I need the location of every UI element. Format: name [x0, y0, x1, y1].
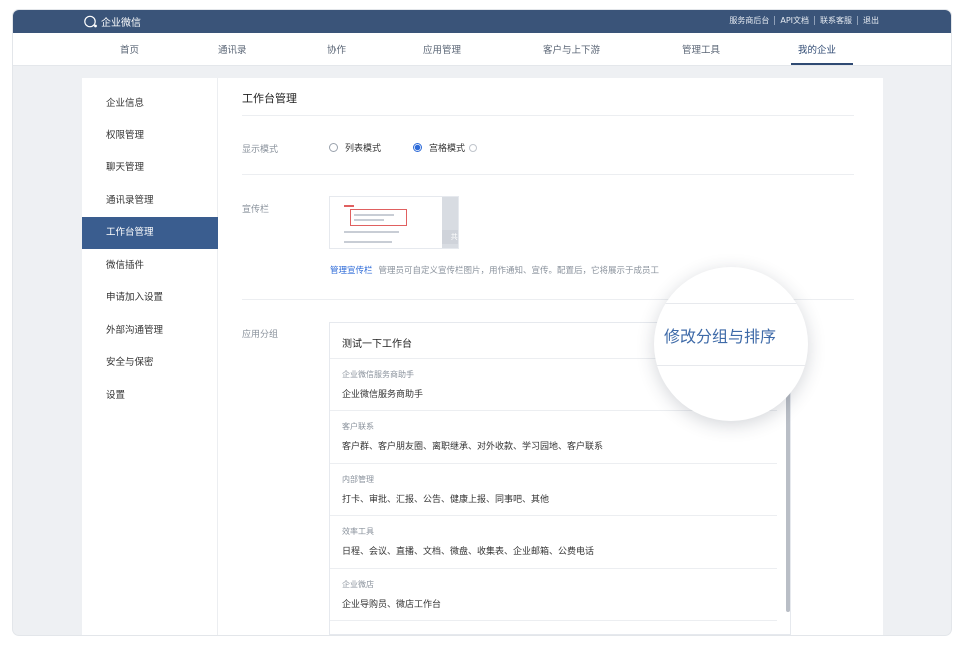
top-link-divider — [814, 16, 815, 25]
top-link-divider — [857, 16, 858, 25]
top-link-logout[interactable]: 退出 — [863, 15, 879, 26]
nav-app-management[interactable]: 应用管理 — [423, 42, 461, 56]
radio-checked-icon — [413, 143, 422, 152]
nav-home[interactable]: 首页 — [120, 42, 139, 56]
radio-unchecked-icon — [329, 143, 338, 152]
workbench-name: 测试一下工作台 — [342, 339, 412, 350]
sidebar-item-company-info[interactable]: 企业信息 — [82, 88, 218, 120]
nav-my-company[interactable]: 我的企业 — [798, 42, 836, 56]
nav-admin-tools[interactable]: 管理工具 — [682, 42, 720, 56]
divider — [242, 115, 854, 116]
divider — [330, 515, 777, 516]
banner-thumb-line — [354, 219, 384, 221]
radio-label: 宫格模式 — [429, 144, 466, 154]
sidebar-item-external[interactable]: 外部沟通管理 — [82, 315, 218, 347]
banner-thumb-line — [344, 231, 399, 233]
divider — [654, 365, 808, 366]
nav-collaboration[interactable]: 协作 — [327, 42, 346, 56]
group-name: 内部管理 — [342, 475, 374, 484]
divider — [330, 568, 777, 569]
group-name: 企业微信服务商助手 — [342, 370, 414, 379]
top-link-api[interactable]: API文档 — [780, 15, 809, 26]
banner-thumb-line — [344, 241, 392, 243]
sidebar-item-join-settings[interactable]: 申请加入设置 — [82, 282, 218, 314]
sidebar-item-workbench[interactable]: 工作台管理 — [82, 217, 218, 249]
manage-banner-link[interactable]: 管理宣传栏 — [330, 266, 373, 276]
sidebar-item-contacts[interactable]: 通讯录管理 — [82, 185, 218, 217]
group-apps: 日程、会议、直播、文档、微盘、收集表、企业邮箱、公费电话 — [342, 547, 595, 557]
banner-help-text: 管理员可自定义宣传栏图片，用作通知、宣传。配置后，它将展示于成员工 — [378, 266, 660, 276]
sidebar: 企业信息 权限管理 聊天管理 通讯录管理 工作台管理 微信插件 申请加入设置 外… — [82, 78, 218, 635]
group-apps: 企业微信服务商助手 — [342, 390, 424, 400]
wecom-logo-icon — [84, 15, 97, 27]
top-link-support[interactable]: 联系客服 — [820, 15, 852, 26]
app-window: 企业微信 服务商后台 API文档 联系客服 退出 首页 通讯录 协作 应用管理 … — [13, 10, 951, 635]
banner-count-badge: 共2张 — [442, 230, 458, 244]
banner-thumb-line — [344, 205, 354, 207]
radio-label: 列表模式 — [345, 144, 382, 154]
group-apps: 客户群、客户朋友圈、离职继承、对外收款、学习园地、客户联系 — [342, 442, 604, 452]
nav-contacts[interactable]: 通讯录 — [218, 42, 247, 56]
scrollbar[interactable] — [786, 378, 790, 612]
sidebar-item-chat[interactable]: 聊天管理 — [82, 152, 218, 184]
divider — [330, 620, 777, 621]
top-links: 服务商后台 API文档 联系客服 退出 — [729, 15, 879, 26]
sidebar-item-wechat-plugin[interactable]: 微信插件 — [82, 250, 218, 282]
divider — [330, 463, 777, 464]
banner-thumb-line — [354, 214, 394, 216]
page-title: 工作台管理 — [242, 92, 297, 105]
group-name: 效率工具 — [342, 527, 374, 536]
radio-list-mode[interactable]: 列表模式 — [329, 141, 381, 154]
group-name: 客户联系 — [342, 422, 374, 431]
banner-thumbnail[interactable]: 共2张 — [329, 196, 459, 249]
banner-image-1 — [330, 197, 442, 248]
sidebar-item-permissions[interactable]: 权限管理 — [82, 120, 218, 152]
top-link-provider[interactable]: 服务商后台 — [729, 15, 769, 26]
banner-description: 管理宣传栏 管理员可自定义宣传栏图片，用作通知、宣传。配置后，它将展示于成员工 — [330, 264, 659, 276]
group-name: 企业微店 — [342, 580, 374, 589]
divider — [654, 303, 808, 304]
divider — [242, 174, 854, 175]
sidebar-item-security[interactable]: 安全与保密 — [82, 347, 218, 379]
group-apps: 打卡、审批、汇报、公告、健康上报、同事吧、其他 — [342, 495, 550, 505]
nav-customers[interactable]: 客户与上下游 — [543, 42, 600, 56]
display-mode-label: 显示模式 — [242, 145, 279, 155]
radio-grid-mode[interactable]: 宫格模式 — [413, 141, 478, 154]
banner-highlight — [350, 209, 407, 226]
brand-name: 企业微信 — [101, 18, 141, 29]
sidebar-item-settings[interactable]: 设置 — [82, 380, 218, 412]
nav-active-indicator — [791, 63, 853, 65]
edit-groups-link[interactable]: 修改分组与排序 — [664, 323, 776, 347]
group-apps: 企业导购员、微店工作台 — [342, 600, 442, 610]
top-link-divider — [774, 16, 776, 25]
top-bar: 企业微信 服务商后台 API文档 联系客服 退出 — [13, 10, 951, 33]
info-icon[interactable] — [469, 143, 478, 152]
magnifier-callout: 修改分组与排序 — [654, 267, 808, 421]
app-groups-label: 应用分组 — [242, 330, 279, 340]
brand-logo[interactable]: 企业微信 — [83, 14, 141, 29]
banner-label: 宣传栏 — [242, 205, 270, 215]
main-nav: 首页 通讯录 协作 应用管理 客户与上下游 管理工具 我的企业 — [13, 33, 951, 66]
